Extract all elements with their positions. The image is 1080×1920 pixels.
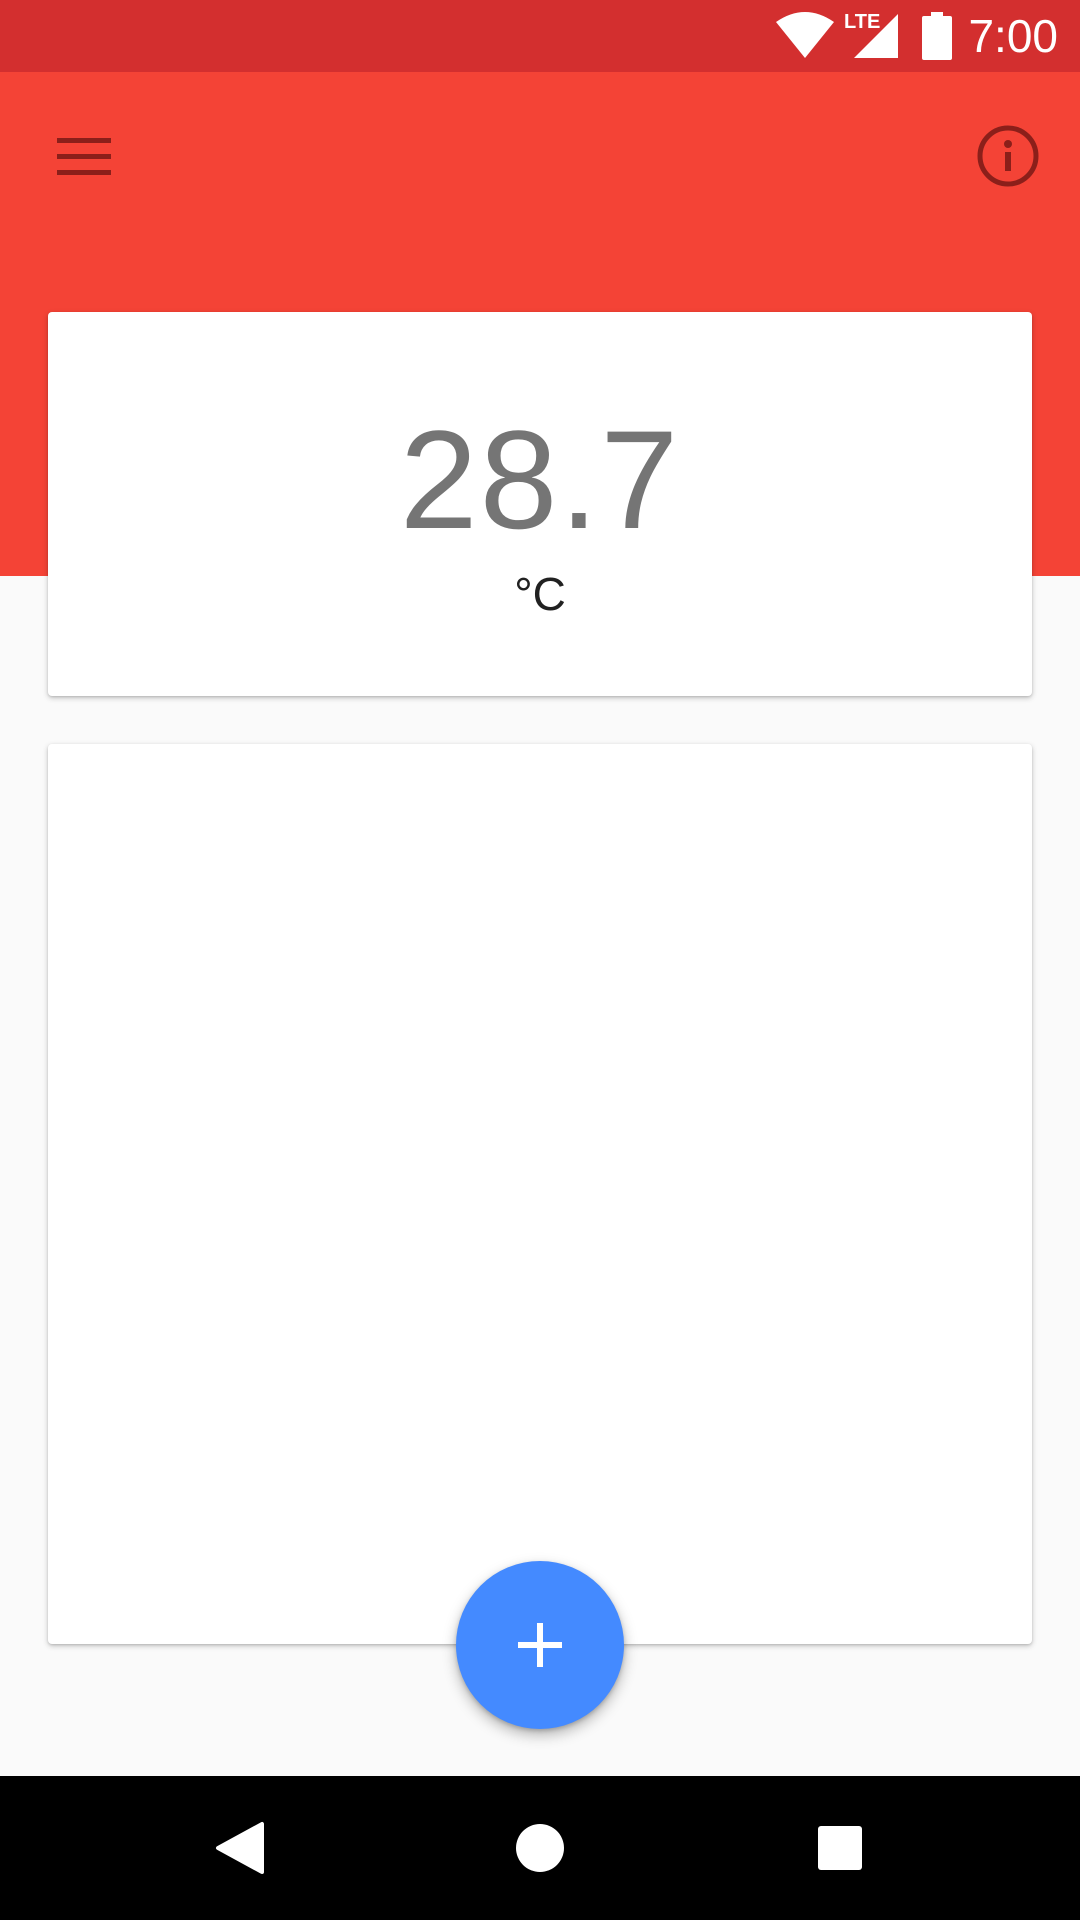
info-icon [968,125,1052,202]
home-button[interactable] [492,1800,588,1896]
recents-button[interactable] [792,1800,888,1896]
recents-icon [792,1826,888,1900]
lte-signal-icon: LTE [842,10,900,65]
home-icon [492,1824,588,1900]
back-icon [192,1822,288,1900]
history-card [48,744,1032,1644]
navigation-bar [0,1776,1080,1920]
wifi-icon [776,12,834,63]
status-time: 7:00 [968,10,1058,62]
temperature-value: 28.7 [399,401,681,558]
battery-icon [922,12,952,65]
menu-button[interactable] [42,114,126,198]
back-button[interactable] [192,1800,288,1896]
svg-text:LTE: LTE [844,11,880,33]
menu-icon [42,138,126,202]
temperature-unit: °C [514,568,566,620]
status-bar: LTE 7:00 [0,0,1080,72]
info-button[interactable] [968,114,1052,198]
add-button[interactable] [456,1561,624,1729]
